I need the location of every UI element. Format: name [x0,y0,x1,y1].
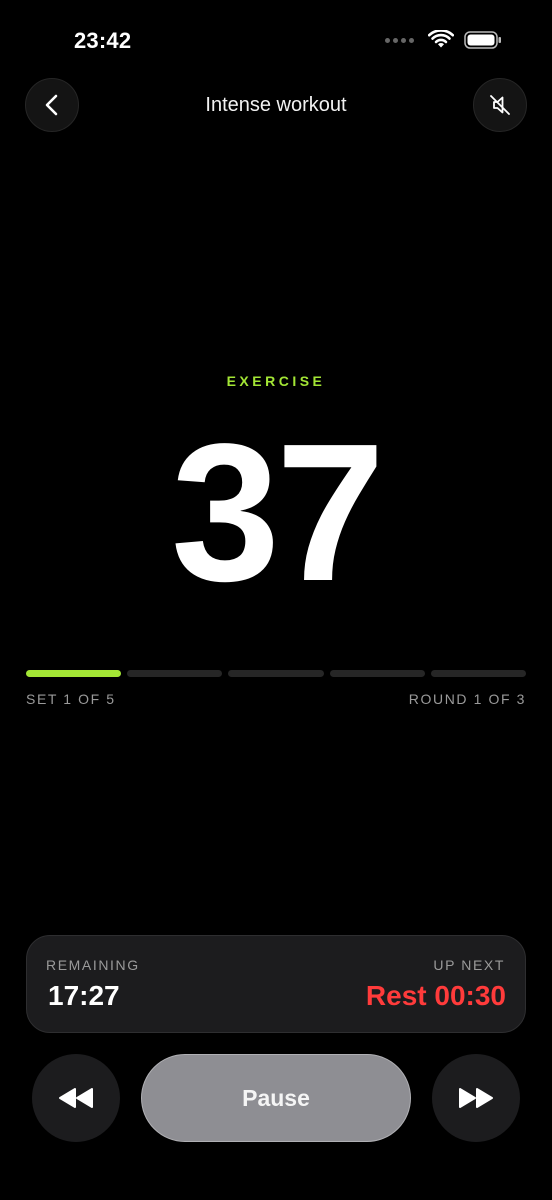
phase-label: EXERCISE [226,373,326,389]
progress-segment [26,670,122,677]
previous-button[interactable] [32,1054,120,1142]
signal-dots-icon [385,37,414,43]
progress-segment [329,670,425,677]
mute-button[interactable] [473,78,527,132]
up-next-value: Rest 00:30 [365,980,506,1011]
wifi-icon [428,30,454,48]
remaining-time: 17:27 [48,980,120,1011]
workout-info-card: REMAINING UP NEXT 17:27 Rest 00:30 [26,935,526,1033]
progress-segment [228,670,324,677]
pause-button[interactable]: Pause [141,1054,411,1142]
next-button[interactable] [432,1054,520,1142]
set-counter: SET 1 OF 5 [26,691,116,707]
set-progress-bar [26,670,527,677]
fast-forward-icon [459,1088,493,1108]
battery-icon [464,31,501,49]
rewind-icon [59,1088,93,1108]
progress-segment [127,670,223,677]
page-title: Intense workout [205,94,347,116]
status-indicators [385,30,502,50]
round-counter: ROUND 1 OF 3 [408,691,526,707]
status-time: 23:42 [74,28,132,53]
progress-segment [430,670,527,677]
speaker-muted-icon [490,95,510,115]
countdown-number: 37 [170,403,385,622]
up-next-label: UP NEXT [433,957,505,973]
remaining-label: REMAINING [46,957,140,973]
